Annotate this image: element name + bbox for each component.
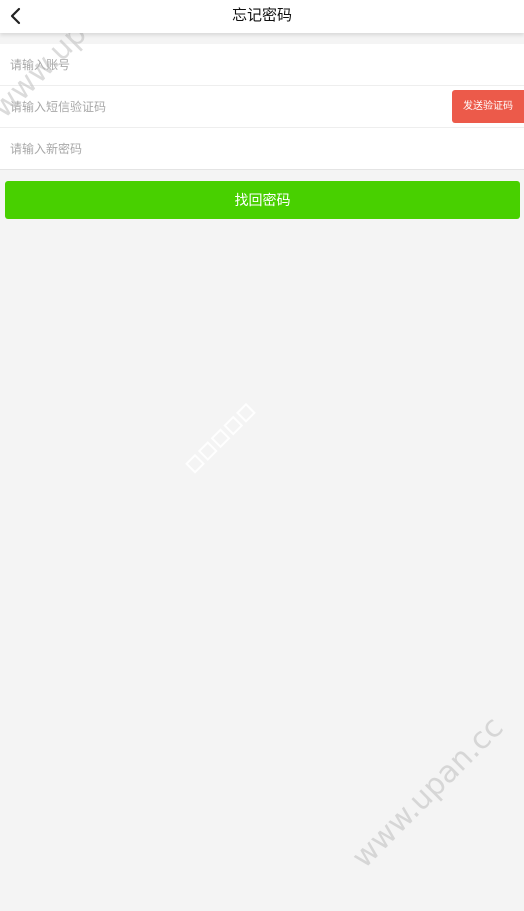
account-row <box>0 44 524 86</box>
top-navigation-bar: 忘记密码 <box>0 0 524 33</box>
recover-password-button[interactable]: 找回密码 <box>5 181 520 219</box>
reset-password-form: 发送验证码 <box>0 44 524 170</box>
send-code-button[interactable]: 发送验证码 <box>452 90 524 123</box>
new-password-input[interactable] <box>0 128 524 169</box>
account-input[interactable] <box>0 44 524 85</box>
chevron-left-icon <box>10 7 21 25</box>
forgot-password-screen: 忘记密码 发送验证码 找回密码 www.upan.cc www.upan.cc <box>0 0 524 911</box>
page-title: 忘记密码 <box>231 6 292 24</box>
watermark-bottom: www.upan.cc <box>345 709 511 875</box>
watermark-logo-icon <box>185 402 256 474</box>
sms-code-input[interactable] <box>0 86 524 127</box>
watermark-center-logo <box>182 377 285 480</box>
back-button[interactable] <box>2 2 30 30</box>
sms-code-row: 发送验证码 <box>0 86 524 128</box>
new-password-row <box>0 128 524 170</box>
